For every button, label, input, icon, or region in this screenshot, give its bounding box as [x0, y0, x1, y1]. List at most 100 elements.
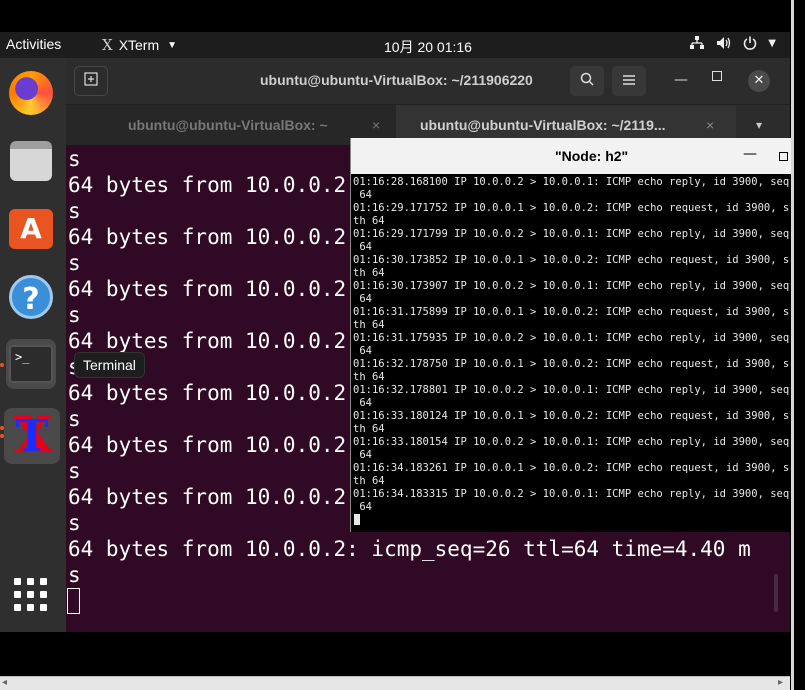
terminal-icon: >_ [9, 345, 53, 383]
xterm-window: "Node: h2" — 01:16:28.168100 IP 10.0.0.2… [350, 138, 791, 532]
xterm-line: 64 [353, 501, 372, 513]
xterm-line: 01:16:34.183315 IP 10.0.0.2 > 10.0.0.1: … [353, 488, 789, 500]
menu-button[interactable] [612, 66, 646, 96]
terminal-line: 64 bytes from 10.0.0.2 [68, 277, 347, 301]
bottom-black-area [0, 632, 790, 676]
dock-item-firefox[interactable] [6, 68, 56, 118]
terminal-line: 64 bytes from 10.0.0.2: icmp_seq=26 ttl=… [68, 537, 751, 561]
running-indicator [0, 434, 4, 438]
xterm-window-title: "Node: h2" [555, 148, 629, 164]
dock-item-files[interactable] [6, 136, 56, 186]
terminal-line: s [68, 303, 81, 327]
close-button[interactable]: ✕ [748, 70, 770, 92]
window-title: ubuntu@ubuntu-VirtualBox: ~/211906220 [260, 72, 533, 88]
terminal-line: 64 bytes from 10.0.0.2 [68, 329, 347, 353]
scrollbar[interactable] [774, 574, 778, 612]
maximize-button[interactable] [779, 152, 788, 161]
xterm-line: th 64 [353, 475, 385, 487]
minimize-button[interactable]: — [743, 146, 757, 162]
terminal-line: s [68, 147, 81, 171]
xterm-line: 01:16:29.171752 IP 10.0.0.1 > 10.0.0.2: … [353, 202, 789, 214]
top-black-strip [0, 0, 805, 32]
terminal-line: 64 bytes from 10.0.0.2 [68, 225, 347, 249]
terminal-line: s [68, 459, 81, 483]
chevron-down-icon[interactable]: ▼ [768, 36, 776, 54]
minimize-button[interactable]: — [674, 72, 688, 88]
xterm-line: 01:16:28.168100 IP 10.0.0.2 > 10.0.0.1: … [353, 176, 789, 188]
xterm-line: 64 [353, 189, 372, 201]
app-menu-label: XTerm [118, 37, 160, 53]
xterm-line: 64 [353, 241, 372, 253]
ubuntu-software-icon: A [9, 209, 53, 249]
running-indicator [0, 426, 4, 430]
xterm-title-bar[interactable]: "Node: h2" — [351, 138, 791, 174]
xterm-line: th 64 [353, 371, 385, 383]
power-icon[interactable] [743, 36, 757, 54]
running-indicator [0, 363, 4, 367]
activities-button[interactable]: Activities [6, 36, 61, 52]
terminal-line: s [68, 199, 81, 223]
xterm-line: 64 [353, 293, 372, 305]
desktop: Activities X XTerm ▼ 10月 20 01:16 ▼ A ? … [0, 0, 805, 690]
maximize-button[interactable] [712, 71, 722, 81]
xterm-line: 64 [353, 397, 372, 409]
dock-item-software[interactable]: A [6, 204, 56, 254]
tab-label: ubuntu@ubuntu-VirtualBox: ~ [128, 117, 328, 133]
terminal-line: s [68, 251, 81, 275]
scroll-right-icon[interactable]: ▸ [778, 677, 783, 688]
terminal-line: 64 bytes from 10.0.0.2 [68, 485, 347, 509]
xterm-line: 64 [353, 345, 372, 357]
network-icon[interactable] [689, 36, 705, 54]
dock-item-xterm[interactable]: XT [4, 404, 60, 464]
search-icon [580, 72, 594, 86]
xterm-line: 01:16:33.180124 IP 10.0.0.1 > 10.0.0.2: … [353, 410, 789, 422]
xterm-output[interactable]: 01:16:28.168100 IP 10.0.0.2 > 10.0.0.1: … [353, 176, 789, 530]
xterm-line: 64 [353, 449, 372, 461]
xterm-line: 01:16:33.180154 IP 10.0.0.2 > 10.0.0.1: … [353, 436, 789, 448]
dock-item-terminal[interactable]: >_ [6, 339, 56, 389]
search-button[interactable] [570, 66, 604, 96]
horizontal-scrollbar[interactable]: ◂ ▸ [0, 676, 790, 690]
app-menu[interactable]: X XTerm ▼ [102, 36, 177, 54]
clock[interactable]: 10月 20 01:16 [384, 37, 472, 57]
terminal-line: 64 bytes from 10.0.0.2 [68, 381, 347, 405]
xterm-line: th 64 [353, 423, 385, 435]
dock-tooltip: Terminal [74, 352, 145, 378]
xterm-x-icon: X [102, 36, 113, 54]
files-icon [10, 141, 52, 181]
caret-down-icon: ▼ [167, 39, 178, 51]
help-icon: ? [9, 275, 53, 319]
scroll-left-icon[interactable]: ◂ [2, 677, 7, 688]
firefox-icon [9, 71, 53, 115]
terminal-line: 64 bytes from 10.0.0.2 [68, 433, 347, 457]
terminal-line: 64 bytes from 10.0.0.2 [68, 173, 347, 197]
xterm-line: 01:16:32.178750 IP 10.0.0.1 > 10.0.0.2: … [353, 358, 789, 370]
xterm-line: 01:16:30.173907 IP 10.0.0.2 > 10.0.0.1: … [353, 280, 789, 292]
xterm-line: th 64 [353, 319, 385, 331]
xterm-line: 01:16:31.175935 IP 10.0.0.2 > 10.0.0.1: … [353, 332, 789, 344]
hamburger-menu-icon [623, 75, 635, 85]
vm-frame-border [791, 0, 794, 690]
system-tray[interactable]: ▼ [689, 36, 776, 54]
xterm-line: th 64 [353, 215, 385, 227]
dock: A ? >_ XT [0, 58, 66, 632]
xterm-line: 01:16:29.171799 IP 10.0.0.2 > 10.0.0.1: … [353, 228, 789, 240]
volume-icon[interactable] [716, 36, 732, 54]
new-tab-button[interactable] [74, 66, 108, 96]
tab-home[interactable]: ubuntu@ubuntu-VirtualBox: ~ × [66, 105, 396, 145]
terminal-cursor [67, 588, 80, 614]
xterm-line: 01:16:34.183261 IP 10.0.0.1 > 10.0.0.2: … [353, 462, 789, 474]
terminal-line: s [68, 563, 81, 587]
xterm-line: 01:16:32.178801 IP 10.0.0.2 > 10.0.0.1: … [353, 384, 789, 396]
show-applications-icon[interactable] [14, 578, 48, 612]
terminal-header-bar[interactable]: ubuntu@ubuntu-VirtualBox: ~/211906220 — … [66, 58, 790, 104]
top-bar: Activities X XTerm ▼ 10月 20 01:16 ▼ [0, 32, 790, 58]
new-tab-icon [84, 72, 98, 86]
dock-item-help[interactable]: ? [6, 272, 56, 322]
xterm-line: th 64 [353, 267, 385, 279]
terminal-line: s [68, 407, 81, 431]
xterm-cursor [354, 514, 360, 525]
xterm-line: 01:16:31.175899 IP 10.0.0.1 > 10.0.0.2: … [353, 306, 789, 318]
xterm-icon: XT [13, 404, 53, 464]
xterm-line: 01:16:30.173852 IP 10.0.0.1 > 10.0.0.2: … [353, 254, 789, 266]
